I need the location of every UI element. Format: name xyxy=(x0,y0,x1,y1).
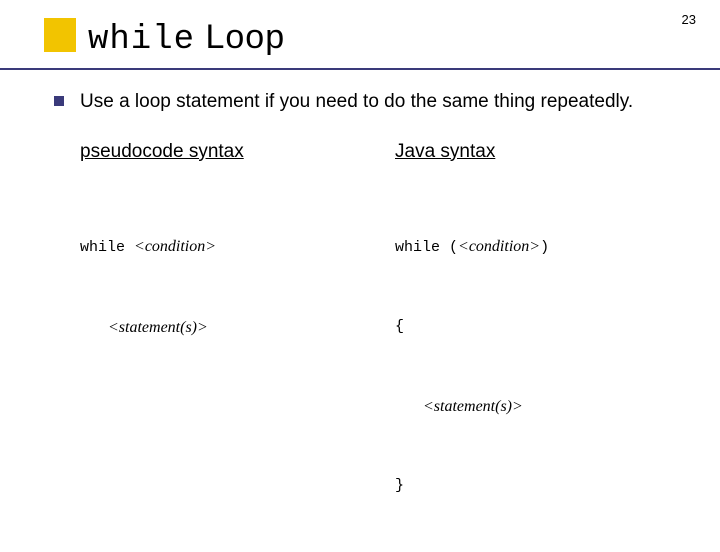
square-bullet-icon xyxy=(54,96,64,106)
code-punct: ( xyxy=(449,239,458,256)
code-keyword: while xyxy=(80,239,134,256)
bullet-text: Use a loop statement if you need to do t… xyxy=(80,89,633,115)
title-word: Loop xyxy=(195,18,285,56)
java-block: while (<condition>) { <statement(s)> } xyxy=(395,181,680,552)
title-keyword: while xyxy=(88,21,195,59)
java-heading: Java syntax xyxy=(395,141,680,163)
code-line: while <condition> xyxy=(80,233,365,261)
code-placeholder: <statement(s)> xyxy=(108,319,208,336)
slide-content: Use a loop statement if you need to do t… xyxy=(0,59,720,552)
code-line: while (<condition>) xyxy=(395,233,680,261)
pseudocode-heading: pseudocode syntax xyxy=(80,141,365,163)
syntax-columns: pseudocode syntax while <condition> <sta… xyxy=(80,141,680,552)
code-punct: ) xyxy=(540,239,549,256)
code-line: { xyxy=(395,314,680,340)
bullet-item: Use a loop statement if you need to do t… xyxy=(54,89,680,115)
code-line: <statement(s)> xyxy=(395,393,680,421)
code-placeholder: <condition> xyxy=(134,238,216,255)
pseudocode-column: pseudocode syntax while <condition> <sta… xyxy=(80,141,365,552)
java-column: Java syntax while (<condition>) { <state… xyxy=(395,141,680,552)
title-underline xyxy=(0,68,720,70)
slide-title: while Loop xyxy=(44,18,720,59)
code-line: <statement(s)> xyxy=(80,314,365,342)
pseudocode-block: while <condition> <statement(s)> xyxy=(80,181,365,395)
slide-title-area: while Loop xyxy=(0,0,720,59)
code-placeholder: <statement(s)> xyxy=(423,398,523,415)
code-line: } xyxy=(395,473,680,499)
code-placeholder: <condition> xyxy=(458,238,540,255)
code-keyword: while xyxy=(395,239,449,256)
